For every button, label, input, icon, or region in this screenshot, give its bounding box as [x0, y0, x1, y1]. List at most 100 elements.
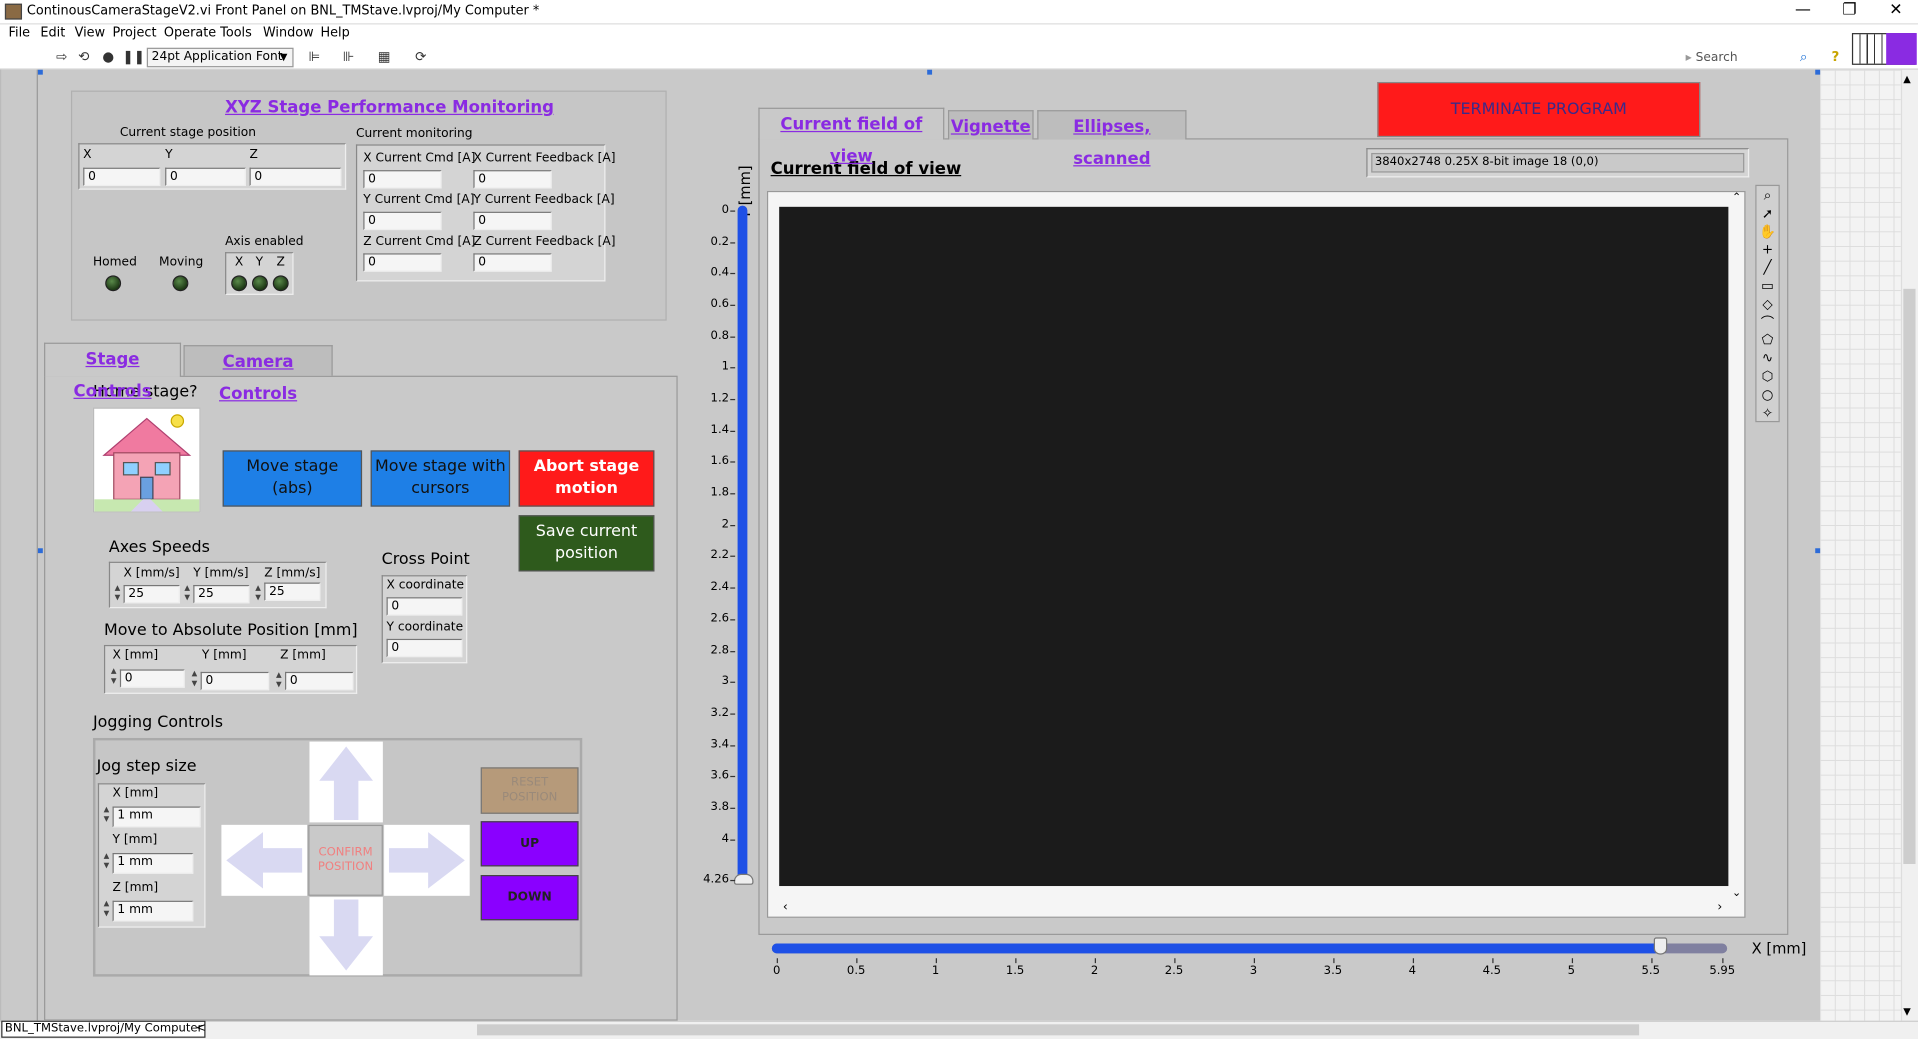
align-objects-icon[interactable]: ⊫: [303, 49, 325, 65]
pos-z-label: Z: [249, 148, 258, 162]
menu-window[interactable]: Window: [263, 26, 314, 41]
y-tick-label: 1.6: [710, 454, 730, 469]
abort-stage-motion-button[interactable]: Abort stage motion: [518, 450, 655, 507]
broken-line-tool-icon[interactable]: ⬡: [1759, 368, 1776, 386]
jog-down-arrow-button[interactable]: [309, 897, 383, 976]
polygon-tool-icon[interactable]: ⬠: [1759, 332, 1776, 350]
pan-tool-icon[interactable]: ✋: [1759, 223, 1776, 241]
image-tools-list: ⌕ ➚ ✋ + ╱ ▭ ◇ ⌒ ⬠ ∿ ⬡ ○ ✧: [1759, 187, 1776, 422]
y-slider-track[interactable]: [737, 205, 748, 880]
annulus-tool-icon[interactable]: ⌒: [1759, 314, 1776, 332]
speed-z-input[interactable]: 25: [264, 582, 321, 601]
enabled-y-label: Y: [255, 255, 264, 270]
jog-z-stepper[interactable]: ▲ ▼: [102, 899, 112, 920]
jog-y-input[interactable]: 1 mm: [112, 852, 194, 874]
pos-z-value: 0: [249, 167, 342, 187]
context-help-icon[interactable]: ?: [1827, 49, 1843, 65]
rotated-rect-tool-icon[interactable]: ◇: [1759, 296, 1776, 314]
menu-project[interactable]: Project: [113, 26, 157, 41]
rectangle-tool-icon[interactable]: ▭: [1759, 278, 1776, 296]
freehand-tool-icon[interactable]: ∿: [1759, 350, 1776, 368]
image-scroll-left-icon[interactable]: ‹: [783, 901, 788, 914]
save-current-position-button[interactable]: Save current position: [518, 515, 655, 572]
abs-y-input[interactable]: 0: [200, 671, 270, 691]
x-tick-mark: [1722, 958, 1724, 964]
jog-left-arrow-button[interactable]: [221, 824, 308, 896]
camera-image[interactable]: [779, 206, 1729, 887]
x-slider-thumb[interactable]: [1654, 937, 1668, 955]
move-stage-cursors-button[interactable]: Move stage with cursors: [370, 450, 511, 507]
speed-x-input[interactable]: 25: [123, 584, 180, 604]
y-tick-mark: [730, 587, 736, 589]
y-tick-label: 4: [721, 831, 730, 846]
font-selector[interactable]: 24pt Application Font ▼: [146, 47, 294, 68]
menu-tools[interactable]: Tools: [220, 26, 252, 41]
vertical-scroll-thumb[interactable]: [1903, 288, 1916, 865]
line-tool-icon[interactable]: ╱: [1759, 260, 1776, 278]
menu-operate[interactable]: Operate: [164, 26, 216, 41]
close-button[interactable]: ✕: [1874, 0, 1918, 24]
menu-edit[interactable]: Edit: [40, 26, 65, 41]
menu-view[interactable]: View: [75, 26, 105, 41]
jog-x-stepper[interactable]: ▲ ▼: [102, 805, 112, 826]
x-tick-label: 0: [773, 964, 781, 978]
pause-icon[interactable]: ❚❚: [122, 49, 145, 65]
speed-y-stepper[interactable]: ▲ ▼: [182, 584, 192, 605]
jog-x-input[interactable]: 1 mm: [112, 806, 201, 828]
terminate-program-button[interactable]: TERMINATE PROGRAM: [1377, 81, 1701, 138]
run-icon[interactable]: ⇨: [54, 49, 70, 65]
jog-down-button[interactable]: DOWN: [480, 875, 579, 921]
tab-stage-controls[interactable]: Stage Controls: [44, 342, 182, 401]
point-tool-icon[interactable]: +: [1759, 242, 1776, 260]
reset-position-button[interactable]: RESET POSITION: [480, 767, 579, 814]
abort-execution-icon[interactable]: ●: [100, 49, 116, 65]
abs-z-input[interactable]: 0: [285, 671, 354, 691]
distribute-objects-icon[interactable]: ⊪: [338, 49, 360, 65]
y-tick-label: 0.6: [710, 297, 730, 311]
menu-help[interactable]: Help: [320, 26, 349, 41]
speed-y-input[interactable]: 25: [193, 584, 250, 604]
scroll-down-icon[interactable]: ▼: [1903, 1006, 1911, 1017]
confirm-position-button[interactable]: CONFIRM POSITION: [308, 824, 383, 896]
image-scroll-down-icon[interactable]: ⌄: [1732, 887, 1741, 899]
image-scroll-up-icon[interactable]: ⌃: [1732, 192, 1741, 204]
image-scroll-right-icon[interactable]: ›: [1717, 901, 1722, 914]
abs-x-stepper[interactable]: ▲ ▼: [109, 667, 119, 688]
resize-objects-icon[interactable]: ▦: [373, 49, 395, 65]
move-stage-abs-button[interactable]: Move stage (abs): [222, 450, 363, 507]
maximize-button[interactable]: ❐: [1827, 0, 1871, 24]
tab-vignette[interactable]: Vignette: [947, 110, 1034, 140]
hscroll-left-icon[interactable]: <: [196, 1022, 206, 1035]
jog-z-input[interactable]: 1 mm: [112, 900, 194, 922]
abs-x-input[interactable]: 0: [119, 669, 185, 688]
jog-up-arrow-button[interactable]: [309, 741, 383, 823]
tab-ellipses-scanned[interactable]: Ellipses, scanned: [1037, 110, 1187, 169]
home-stage-button[interactable]: [92, 407, 201, 513]
speed-z-stepper[interactable]: ▲ ▼: [253, 584, 263, 605]
tab-current-field-of-view[interactable]: Current field of view: [758, 107, 945, 166]
oval-tool-icon[interactable]: ○: [1759, 386, 1776, 404]
pointer-tool-icon[interactable]: ➚: [1759, 205, 1776, 223]
search-icon[interactable]: ⌕: [1796, 49, 1812, 65]
jog-up-button[interactable]: UP: [480, 821, 579, 867]
moving-label: Moving: [159, 255, 204, 270]
y-tick-label: 1.8: [710, 486, 730, 500]
minimize-button[interactable]: —: [1781, 0, 1825, 24]
jog-right-arrow-button[interactable]: [384, 824, 470, 896]
freehand-region-tool-icon[interactable]: ✧: [1759, 405, 1776, 423]
tab-camera-controls[interactable]: Camera Controls: [183, 345, 333, 404]
scroll-up-icon[interactable]: ▲: [1903, 73, 1911, 84]
y-tick-mark: [730, 304, 736, 306]
project-context[interactable]: BNL_TMStave.lvproj/My Computer: [1, 1020, 207, 1038]
zoom-tool-icon[interactable]: ⌕: [1759, 187, 1776, 205]
x-tick-label: 0.5: [846, 964, 866, 978]
reorder-icon[interactable]: ⟳: [410, 49, 432, 65]
abs-z-stepper[interactable]: ▲ ▼: [274, 671, 284, 692]
y-slider-thumb[interactable]: [733, 873, 754, 885]
run-continuously-icon[interactable]: ⟲: [76, 49, 92, 65]
speed-x-stepper[interactable]: ▲ ▼: [113, 584, 123, 605]
menu-file[interactable]: File: [9, 26, 31, 41]
jog-y-stepper[interactable]: ▲ ▼: [102, 852, 112, 873]
horizontal-scroll-thumb[interactable]: [477, 1024, 1640, 1036]
abs-y-stepper[interactable]: ▲ ▼: [190, 669, 200, 690]
